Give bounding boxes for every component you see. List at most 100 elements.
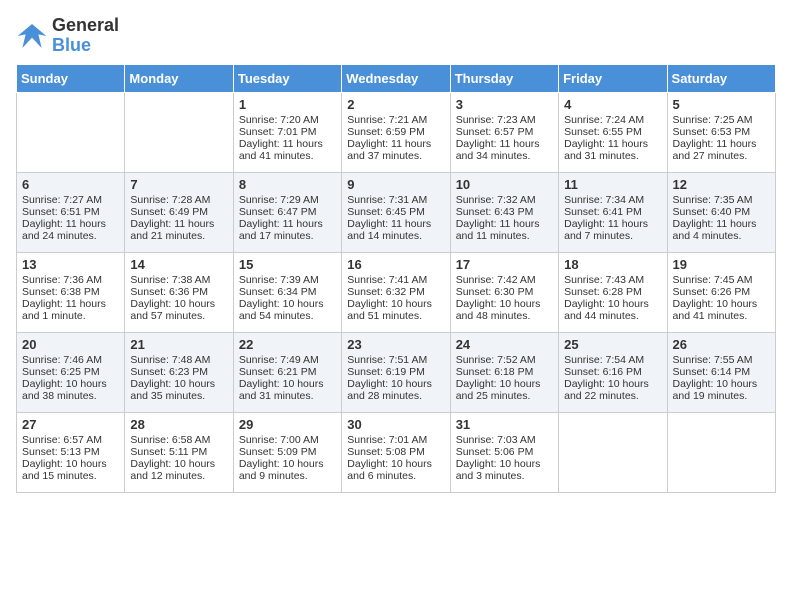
cell-info: Sunset: 5:13 PM: [22, 446, 119, 458]
cell-info: Daylight: 10 hours and 28 minutes.: [347, 378, 444, 402]
column-header-wednesday: Wednesday: [342, 64, 450, 92]
cell-info: Sunset: 6:45 PM: [347, 206, 444, 218]
cell-info: Sunrise: 7:36 AM: [22, 274, 119, 286]
cell-info: Sunset: 6:41 PM: [564, 206, 661, 218]
cell-info: Sunset: 7:01 PM: [239, 126, 336, 138]
cell-info: Daylight: 11 hours and 4 minutes.: [673, 218, 770, 242]
cell-info: Daylight: 11 hours and 21 minutes.: [130, 218, 227, 242]
cell-info: Sunrise: 7:01 AM: [347, 434, 444, 446]
day-number: 23: [347, 337, 444, 352]
page-header: General Blue: [16, 16, 776, 56]
day-number: 27: [22, 417, 119, 432]
column-header-monday: Monday: [125, 64, 233, 92]
cell-info: Sunrise: 7:43 AM: [564, 274, 661, 286]
cell-info: Sunrise: 6:58 AM: [130, 434, 227, 446]
day-number: 24: [456, 337, 553, 352]
calendar-cell: 11Sunrise: 7:34 AMSunset: 6:41 PMDayligh…: [559, 172, 667, 252]
cell-info: Daylight: 11 hours and 24 minutes.: [22, 218, 119, 242]
day-number: 17: [456, 257, 553, 272]
cell-info: Sunset: 6:26 PM: [673, 286, 770, 298]
column-header-tuesday: Tuesday: [233, 64, 341, 92]
day-number: 9: [347, 177, 444, 192]
cell-info: Sunset: 6:21 PM: [239, 366, 336, 378]
cell-info: Sunrise: 7:20 AM: [239, 114, 336, 126]
day-number: 15: [239, 257, 336, 272]
cell-info: Sunset: 5:11 PM: [130, 446, 227, 458]
calendar-cell: 10Sunrise: 7:32 AMSunset: 6:43 PMDayligh…: [450, 172, 558, 252]
cell-info: Sunrise: 7:35 AM: [673, 194, 770, 206]
cell-info: Sunrise: 7:49 AM: [239, 354, 336, 366]
cell-info: Sunset: 5:06 PM: [456, 446, 553, 458]
day-number: 18: [564, 257, 661, 272]
logo-icon: [16, 20, 48, 52]
cell-info: Sunset: 6:51 PM: [22, 206, 119, 218]
cell-info: Daylight: 10 hours and 9 minutes.: [239, 458, 336, 482]
calendar-cell: 14Sunrise: 7:38 AMSunset: 6:36 PMDayligh…: [125, 252, 233, 332]
day-number: 20: [22, 337, 119, 352]
cell-info: Sunrise: 7:21 AM: [347, 114, 444, 126]
cell-info: Daylight: 11 hours and 14 minutes.: [347, 218, 444, 242]
cell-info: Daylight: 10 hours and 38 minutes.: [22, 378, 119, 402]
cell-info: Sunrise: 7:55 AM: [673, 354, 770, 366]
day-number: 31: [456, 417, 553, 432]
calendar-cell: 29Sunrise: 7:00 AMSunset: 5:09 PMDayligh…: [233, 412, 341, 492]
logo: General Blue: [16, 16, 119, 56]
day-number: 21: [130, 337, 227, 352]
calendar-cell: [667, 412, 775, 492]
calendar-cell: 18Sunrise: 7:43 AMSunset: 6:28 PMDayligh…: [559, 252, 667, 332]
cell-info: Sunset: 6:49 PM: [130, 206, 227, 218]
cell-info: Sunset: 6:23 PM: [130, 366, 227, 378]
cell-info: Sunrise: 7:46 AM: [22, 354, 119, 366]
cell-info: Daylight: 10 hours and 6 minutes.: [347, 458, 444, 482]
cell-info: Sunset: 5:08 PM: [347, 446, 444, 458]
cell-info: Sunset: 5:09 PM: [239, 446, 336, 458]
calendar-cell: 25Sunrise: 7:54 AMSunset: 6:16 PMDayligh…: [559, 332, 667, 412]
calendar-cell: 24Sunrise: 7:52 AMSunset: 6:18 PMDayligh…: [450, 332, 558, 412]
cell-info: Sunset: 6:43 PM: [456, 206, 553, 218]
cell-info: Daylight: 10 hours and 3 minutes.: [456, 458, 553, 482]
column-header-thursday: Thursday: [450, 64, 558, 92]
cell-info: Daylight: 11 hours and 17 minutes.: [239, 218, 336, 242]
day-number: 6: [22, 177, 119, 192]
day-number: 12: [673, 177, 770, 192]
cell-info: Sunrise: 7:27 AM: [22, 194, 119, 206]
calendar-cell: 2 Sunrise: 7:21 AMSunset: 6:59 PMDaylight…: [342, 92, 450, 172]
cell-info: Daylight: 11 hours and 1 minute.: [22, 298, 119, 322]
cell-info: Daylight: 11 hours and 11 minutes.: [456, 218, 553, 242]
cell-info: Sunset: 6:47 PM: [239, 206, 336, 218]
day-number: 14: [130, 257, 227, 272]
cell-info: Daylight: 11 hours and 31 minutes.: [564, 138, 661, 162]
cell-info: Daylight: 10 hours and 25 minutes.: [456, 378, 553, 402]
day-number: 2: [347, 97, 444, 112]
cell-info: Daylight: 11 hours and 37 minutes.: [347, 138, 444, 162]
column-header-friday: Friday: [559, 64, 667, 92]
calendar-cell: 4Sunrise: 7:24 AMSunset: 6:55 PMDaylight…: [559, 92, 667, 172]
day-number: 1: [239, 97, 336, 112]
cell-info: Sunset: 6:16 PM: [564, 366, 661, 378]
calendar-cell: 5Sunrise: 7:25 AMSunset: 6:53 PMDaylight…: [667, 92, 775, 172]
cell-info: Sunrise: 7:24 AM: [564, 114, 661, 126]
calendar-cell: [125, 92, 233, 172]
calendar-cell: 8Sunrise: 7:29 AMSunset: 6:47 PMDaylight…: [233, 172, 341, 252]
cell-info: Sunrise: 7:23 AM: [456, 114, 553, 126]
cell-info: Daylight: 10 hours and 57 minutes.: [130, 298, 227, 322]
cell-info: Sunset: 6:28 PM: [564, 286, 661, 298]
day-number: 4: [564, 97, 661, 112]
calendar-cell: [559, 412, 667, 492]
cell-info: Sunset: 6:38 PM: [22, 286, 119, 298]
cell-info: Sunrise: 7:51 AM: [347, 354, 444, 366]
cell-info: Daylight: 11 hours and 7 minutes.: [564, 218, 661, 242]
cell-info: Daylight: 10 hours and 41 minutes.: [673, 298, 770, 322]
cell-info: Sunrise: 7:54 AM: [564, 354, 661, 366]
day-number: 16: [347, 257, 444, 272]
cell-info: Sunrise: 7:38 AM: [130, 274, 227, 286]
cell-info: Daylight: 11 hours and 41 minutes.: [239, 138, 336, 162]
cell-info: Daylight: 10 hours and 51 minutes.: [347, 298, 444, 322]
cell-info: Sunrise: 7:00 AM: [239, 434, 336, 446]
calendar-table: SundayMondayTuesdayWednesdayThursdayFrid…: [16, 64, 776, 493]
cell-info: Sunrise: 7:03 AM: [456, 434, 553, 446]
cell-info: Daylight: 10 hours and 48 minutes.: [456, 298, 553, 322]
cell-info: Sunset: 6:32 PM: [347, 286, 444, 298]
cell-info: Sunset: 6:59 PM: [347, 126, 444, 138]
day-number: 25: [564, 337, 661, 352]
